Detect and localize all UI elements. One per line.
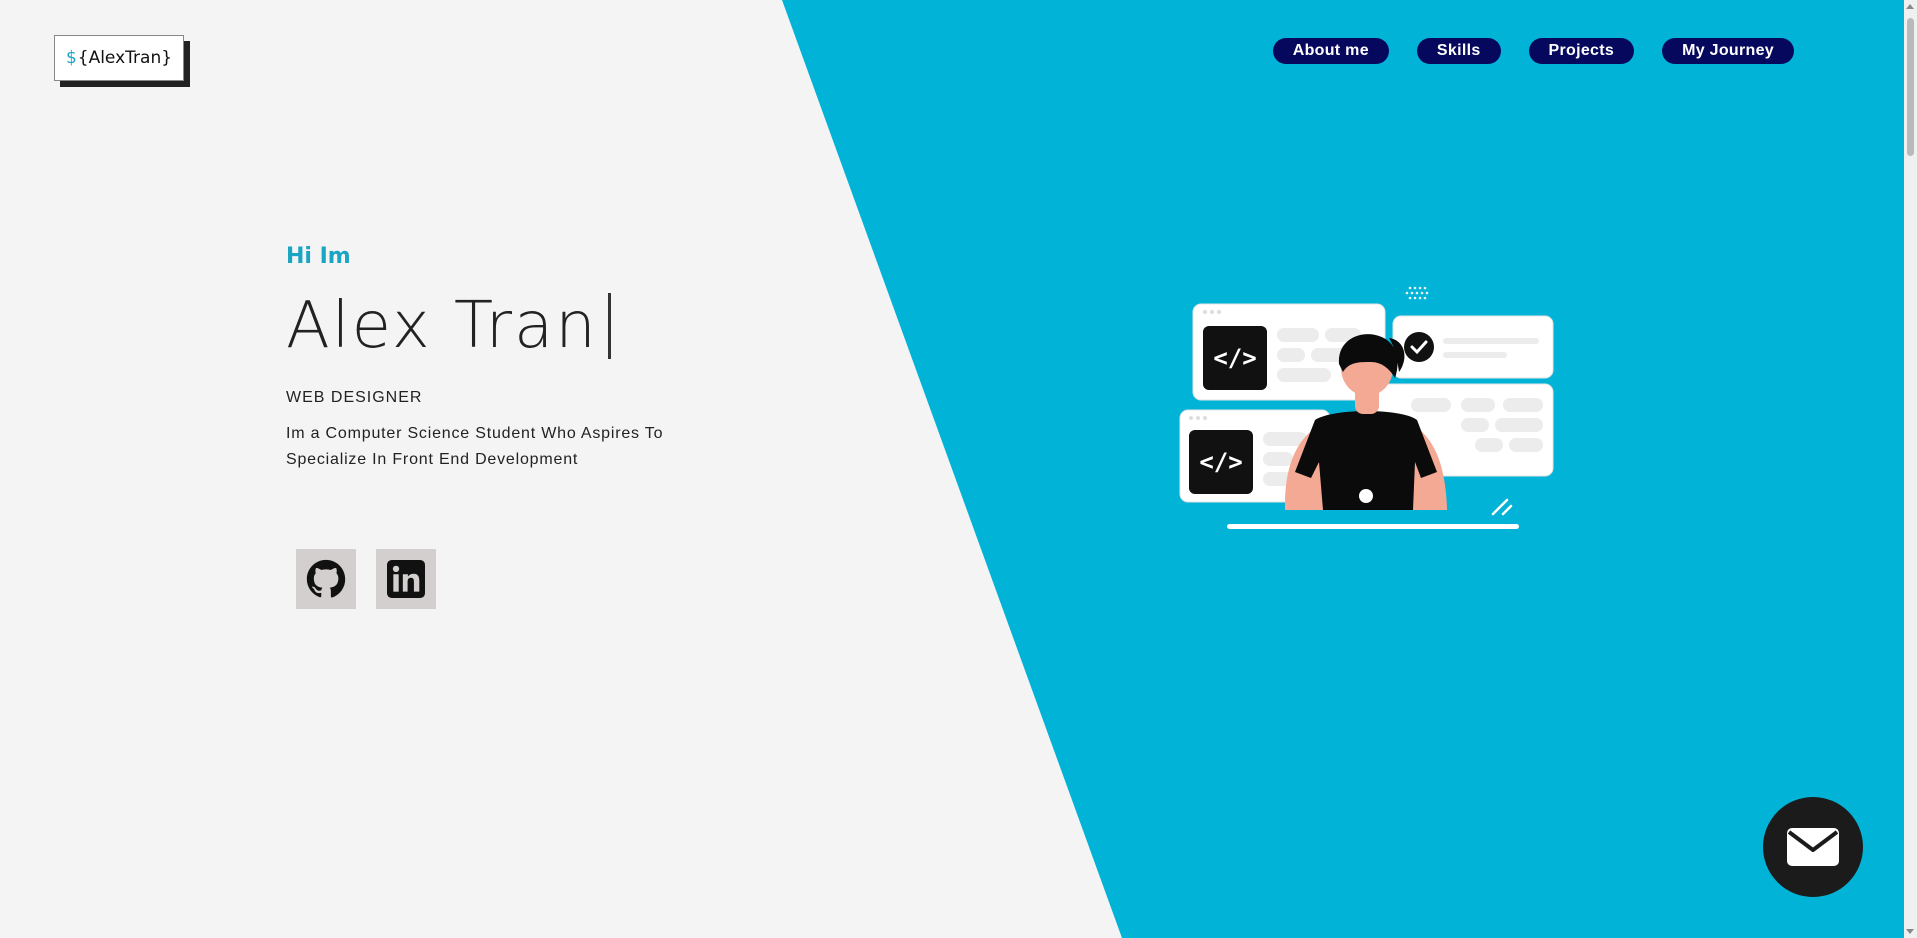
page-scrollbar[interactable] bbox=[1904, 0, 1917, 938]
developer-illustration: </> </> bbox=[1179, 286, 1554, 529]
hero-name: Alex Tran bbox=[286, 289, 706, 363]
github-link[interactable] bbox=[296, 549, 356, 609]
hero-description: Im a Computer Science Student Who Aspire… bbox=[286, 425, 664, 468]
svg-text:</>: </> bbox=[1213, 344, 1256, 372]
nav-skills[interactable]: Skills bbox=[1416, 38, 1501, 64]
hero-name-text: Alex Tran bbox=[286, 289, 598, 363]
hero-section: Hi Im Alex Tran WEB DESIGNER Im a Comput… bbox=[286, 244, 706, 473]
hero-greeting: Hi Im bbox=[286, 244, 351, 269]
social-links bbox=[296, 549, 436, 609]
nav-projects[interactable]: Projects bbox=[1528, 38, 1635, 64]
typing-cursor bbox=[607, 293, 611, 359]
scroll-down-arrow[interactable] bbox=[1906, 929, 1914, 934]
github-icon bbox=[306, 559, 346, 598]
contact-mail-button[interactable] bbox=[1763, 797, 1863, 897]
logo-text: {AlexTran} bbox=[77, 48, 173, 68]
linkedin-icon bbox=[387, 560, 425, 598]
nav-about-me[interactable]: About me bbox=[1272, 38, 1389, 64]
top-nav: About me Skills Projects My Journey bbox=[1272, 38, 1794, 64]
site-logo[interactable]: $ {AlexTran} bbox=[54, 35, 184, 81]
svg-text:</>: </> bbox=[1199, 448, 1242, 476]
mail-icon bbox=[1787, 828, 1839, 866]
nav-my-journey[interactable]: My Journey bbox=[1662, 38, 1794, 64]
linkedin-link[interactable] bbox=[376, 549, 436, 609]
scrollbar-thumb[interactable] bbox=[1907, 18, 1914, 156]
scroll-up-arrow[interactable] bbox=[1906, 4, 1914, 9]
logo-dollar: $ bbox=[65, 48, 77, 68]
hero-role: WEB DESIGNER bbox=[286, 389, 423, 406]
